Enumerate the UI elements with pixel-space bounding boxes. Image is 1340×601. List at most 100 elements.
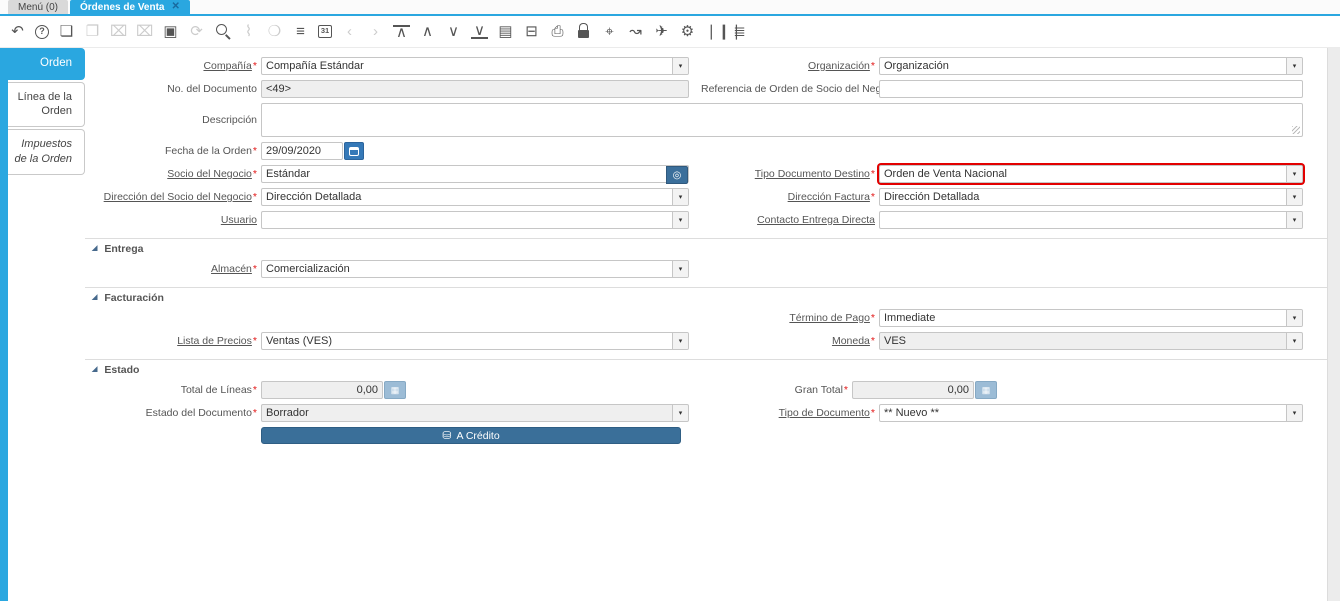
referencia-value [880, 81, 1302, 97]
next-record-icon[interactable]: ∨ [445, 23, 462, 40]
form-row: Socio del Negocio* Estándar ◎ Tipo Docum… [85, 165, 1327, 184]
tipo-documento-value: ** Nuevo ** [884, 407, 940, 419]
report-icon[interactable]: ▤ [497, 23, 514, 40]
chevron-down-icon[interactable]: ▾ [672, 261, 688, 277]
calculator-button[interactable]: ▦ [384, 381, 406, 399]
usuario-combobox[interactable]: ▾ [261, 211, 689, 229]
tipo-documento-combobox[interactable]: ** Nuevo ** ▾ [879, 404, 1303, 422]
referencia-label: Referencia de Orden de Socio del Negocio [701, 83, 901, 95]
termino-pago-value: Immediate [884, 312, 936, 324]
sidebar-tab-linea-label: Línea de la Orden [17, 90, 72, 118]
close-tab-icon[interactable]: ✕ [172, 2, 180, 12]
sidebar-tab-impuestos-de-la-orden[interactable]: Impuestos de la Orden [8, 129, 85, 175]
detail-record-icon[interactable]: › [367, 23, 384, 40]
fecha-orden-input[interactable]: 29/09/2020 [261, 142, 343, 160]
usuario-value [262, 212, 672, 228]
tab-ordenes-de-venta[interactable]: Órdenes de Venta ✕ [70, 0, 190, 14]
chevron-down-icon[interactable]: ▾ [672, 333, 688, 349]
chevron-down-icon[interactable]: ▾ [672, 189, 688, 205]
save-icon[interactable]: ▣ [162, 23, 179, 40]
total-lineas-input[interactable]: 0,00 [261, 381, 383, 399]
socio-negocio-value: Estándar [266, 168, 311, 180]
refresh-icon[interactable]: ⟳ [188, 23, 205, 40]
barcode-icon[interactable]: ❘❙❘ [705, 23, 743, 40]
descripcion-textarea[interactable] [261, 103, 1303, 137]
sidebar-tab-orden[interactable]: Orden [8, 48, 85, 80]
sidebar-tab-linea-de-la-orden[interactable]: Línea de la Orden [8, 81, 85, 128]
chevron-down-icon[interactable]: ▾ [1286, 405, 1302, 421]
zoom-across-icon[interactable]: ⌖ [601, 23, 618, 40]
business-partner-info-button[interactable]: ◎ [666, 166, 688, 184]
chevron-down-icon[interactable]: ▾ [672, 405, 688, 421]
a-credito-button[interactable]: ⛁ A Crédito [261, 427, 681, 444]
gran-total-input[interactable]: 0,00 [852, 381, 974, 399]
new-record-icon[interactable]: ❏ [58, 23, 75, 40]
referencia-input[interactable] [879, 80, 1303, 98]
section-facturacion-title: Facturación [104, 292, 164, 304]
estado-documento-combobox[interactable]: Borrador ▾ [261, 404, 689, 422]
calendar-icon [349, 146, 359, 156]
almacen-value: Comercialización [266, 263, 350, 275]
workflow-icon[interactable]: ↝ [627, 23, 644, 40]
resize-handle[interactable] [1292, 126, 1300, 134]
lock-icon[interactable] [575, 23, 592, 40]
fecha-orden-label: Fecha de la Orden* [164, 145, 257, 157]
tab-menu[interactable]: Menú (0) [8, 0, 69, 14]
archive-icon[interactable]: ⊟ [523, 23, 540, 40]
collapse-triangle-icon[interactable]: ◢ [92, 366, 97, 374]
last-record-icon[interactable]: ∨ [471, 23, 488, 39]
grid-toggle-icon[interactable]: ≡ [292, 23, 309, 40]
previous-record-icon[interactable]: ∧ [419, 23, 436, 40]
calendar-picker-button[interactable] [344, 142, 364, 160]
print-icon[interactable]: ⎙ [549, 23, 566, 40]
lista-precios-combobox[interactable]: Ventas (VES) ▾ [261, 332, 689, 350]
calculator-button[interactable]: ▦ [975, 381, 997, 399]
scrollbar-track[interactable] [1327, 48, 1340, 601]
first-record-icon[interactable]: ∧ [393, 24, 410, 40]
section-entrega: ◢ Entrega Almacén* Comercialización ▾ [85, 238, 1327, 278]
tipo-doc-destino-combobox[interactable]: Orden de Venta Nacional ▾ [879, 165, 1303, 183]
form-row: Compañía* Compañía Estándar ▾ Organizaci… [85, 57, 1327, 75]
delete-selection-icon[interactable]: ⌧ [136, 23, 153, 40]
find-icon[interactable] [214, 23, 231, 40]
chat-icon[interactable]: ❍ [266, 23, 283, 40]
chevron-down-icon[interactable]: ▾ [672, 212, 688, 228]
chevron-down-icon[interactable]: ▾ [1286, 333, 1302, 349]
contacto-entrega-combobox[interactable]: ▾ [879, 211, 1303, 229]
collapse-triangle-icon[interactable]: ◢ [92, 245, 97, 253]
parent-record-icon[interactable]: ‹ [341, 23, 358, 40]
preferences-icon[interactable]: ⚙ [679, 23, 696, 40]
copy-record-icon[interactable]: ❐ [84, 23, 101, 40]
chevron-down-icon[interactable]: ▾ [672, 58, 688, 74]
organizacion-value: Organización [884, 60, 949, 72]
section-facturacion-header[interactable]: ◢ Facturación [85, 292, 1327, 304]
moneda-combobox[interactable]: VES ▾ [879, 332, 1303, 350]
attachment-icon[interactable]: ⌇ [240, 23, 257, 40]
socio-negocio-input[interactable]: Estándar ◎ [261, 165, 689, 184]
direccion-factura-combobox[interactable]: Dirección Detallada ▾ [879, 188, 1303, 206]
almacen-combobox[interactable]: Comercialización ▾ [261, 260, 689, 278]
delete-record-icon[interactable]: ⌧ [110, 23, 127, 40]
form-area: Compañía* Compañía Estándar ▾ Organizaci… [85, 48, 1327, 601]
chevron-down-icon[interactable]: ▾ [1286, 212, 1302, 228]
direccion-socio-combobox[interactable]: Dirección Detallada ▾ [261, 188, 689, 206]
chevron-down-icon[interactable]: ▾ [1286, 166, 1302, 182]
compania-combobox[interactable]: Compañía Estándar ▾ [261, 57, 689, 75]
termino-pago-combobox[interactable]: Immediate ▾ [879, 309, 1303, 327]
collapse-triangle-icon[interactable]: ◢ [92, 294, 97, 302]
section-estado-header[interactable]: ◢ Estado [85, 364, 1327, 376]
chevron-down-icon[interactable]: ▾ [1286, 310, 1302, 326]
no-documento-input[interactable]: <49> [261, 80, 689, 98]
almacen-label: Almacén* [211, 263, 257, 275]
help-icon[interactable]: ? [35, 24, 49, 39]
section-estado: ◢ Estado Total de Líneas* 0,00 ▦ Gran To… [85, 359, 1327, 444]
form-row: Fecha de la Orden* 29/09/2020 [85, 142, 1327, 160]
organizacion-combobox[interactable]: Organización ▾ [879, 57, 1303, 75]
section-entrega-header[interactable]: ◢ Entrega [85, 243, 1327, 255]
undo-icon[interactable]: ↶ [9, 23, 26, 40]
chevron-down-icon[interactable]: ▾ [1286, 58, 1302, 74]
chevron-down-icon[interactable]: ▾ [1286, 189, 1302, 205]
send-icon[interactable]: ✈ [653, 23, 670, 40]
report-viewer-icon[interactable]: ≣ [731, 23, 748, 40]
calendar-icon[interactable]: 31 [318, 25, 332, 38]
